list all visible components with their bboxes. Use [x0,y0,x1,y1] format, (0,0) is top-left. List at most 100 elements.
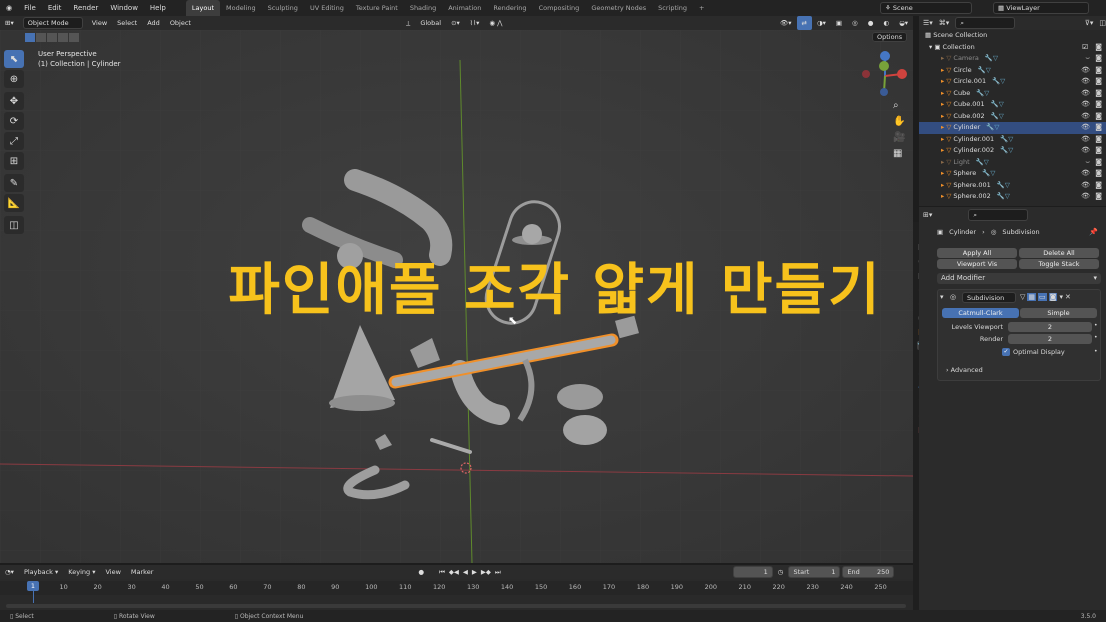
viewport-vis-button[interactable]: Viewport Vis [937,259,1017,269]
visibility-eye-icon[interactable]: 👁 [1081,99,1090,111]
start-frame-field[interactable]: Start 1 [788,566,841,578]
workspace-tab-layout[interactable]: Layout [185,0,220,16]
shading-material-icon[interactable]: ◐ [878,16,894,30]
playback-menu[interactable]: Playback ▾ [19,565,63,579]
collapse-chevron-icon[interactable]: ▾ [940,293,944,301]
outliner-item[interactable]: ▸ ▽ Cylinder 🔧▽ 👁 ◙ [919,122,1106,134]
snap-icon[interactable]: ⌇⌇▾ [465,16,485,30]
modifier-data-icon[interactable]: 🔧▽ [1000,135,1013,143]
modifier-data-icon[interactable]: 🔧▽ [991,112,1004,120]
visibility-eye-icon[interactable]: 👁 [1081,88,1090,100]
workspace-tab-geometry-nodes[interactable]: Geometry Nodes [585,0,652,16]
viewport-toggle-icon[interactable]: ▭ [1038,293,1047,301]
visibility-eye-icon[interactable]: 👁 [1081,122,1090,134]
timeline-scrollbar[interactable] [6,604,906,608]
menu-edit[interactable]: Edit [42,0,68,16]
visibility-eye-icon[interactable]: 👁 [1081,180,1090,192]
modifier-data-icon[interactable]: 🔧▽ [1000,146,1013,154]
outliner-editor-icon[interactable]: ☰▾ [923,19,933,27]
menu-view[interactable]: View [87,16,112,30]
workspace-tab-uv-editing[interactable]: UV Editing [304,0,350,16]
outliner-item[interactable]: ▸ ▽ Cube.001 🔧▽ 👁 ◙ [919,99,1106,111]
shading-solid-icon[interactable]: ● [863,16,879,30]
orientation-selector[interactable]: Global [415,16,446,30]
outliner-search-input[interactable]: ⌕ [955,17,1016,29]
modifier-data-icon[interactable]: 🔧▽ [991,100,1004,108]
end-frame-field[interactable]: End 250 [842,566,895,578]
modifier-data-icon[interactable]: 🔧▽ [978,66,991,74]
pan-hand-icon[interactable]: ✋ [893,116,905,127]
prev-keyframe-icon[interactable]: ◆◀ [447,565,461,579]
render-camera-icon[interactable]: ◙ [1095,65,1102,77]
render-levels-keyframe-icon[interactable]: • [1094,334,1098,341]
visibility-eye-icon[interactable]: ⌣ [1085,157,1090,169]
grid-ortho-icon[interactable]: ▦ [893,148,905,159]
add-workspace-button[interactable]: + [693,0,710,16]
render-camera-icon[interactable]: ◙ [1095,53,1102,65]
select-mode-intersect-icon[interactable] [69,33,79,42]
display-mode-icon[interactable]: ⌘▾ [939,19,950,27]
menu-select[interactable]: Select [112,16,142,30]
visibility-eye-icon[interactable]: ⌣ [1085,53,1090,65]
proportional-edit-icon[interactable]: ◉ ⋀ [484,16,507,30]
outliner-item[interactable]: ▸ ▽ Cube 🔧▽ 👁 ◙ [919,88,1106,100]
outliner-collection[interactable]: ▾ ▣ Collection ☑ ◙ [919,42,1106,54]
modifier-name-input[interactable]: Subdivision [962,292,1016,303]
outliner-item[interactable]: ▸ ▽ Cylinder.001 🔧▽ 👁 ◙ [919,134,1106,146]
add-cube-tool-icon[interactable]: ◫ [4,216,24,234]
levels-viewport-field[interactable]: 2 [1008,322,1092,332]
visibility-icon[interactable]: 👁▾ [775,16,797,30]
render-camera-icon[interactable]: ◙ [1095,111,1102,123]
simple-button[interactable]: Simple [1020,308,1097,318]
blender-logo-icon[interactable]: ◉ [0,0,18,16]
visibility-eye-icon[interactable]: 👁 [1081,134,1090,146]
workspace-tab-scripting[interactable]: Scripting [652,0,693,16]
menu-add[interactable]: Add [142,16,165,30]
levels-viewport-keyframe-icon[interactable]: • [1094,322,1098,329]
gizmo-toggle-icon[interactable]: ⇄ [796,16,812,30]
menu-window[interactable]: Window [104,0,144,16]
workspace-tab-compositing[interactable]: Compositing [533,0,586,16]
move-tool-icon[interactable]: ✥ [4,92,24,110]
menu-file[interactable]: File [18,0,42,16]
scene-selector[interactable]: ⚘ Scene [880,2,972,14]
workspace-tab-modeling[interactable]: Modeling [220,0,262,16]
workspace-tab-shading[interactable]: Shading [404,0,442,16]
new-collection-icon[interactable]: ◫ [1099,19,1106,27]
shading-wireframe-icon[interactable]: ◎ [847,16,863,30]
outliner-item[interactable]: ▸ ▽ Sphere.001 🔧▽ 👁 ◙ [919,180,1106,192]
select-mode-subtract-icon[interactable] [47,33,57,42]
optimal-display-checkbox[interactable]: ✓ [1002,348,1010,356]
outliner-item[interactable]: ▸ ▽ Camera 🔧▽ ⌣ ◙ [919,53,1106,65]
outliner-item[interactable]: ▸ ▽ Sphere 🔧▽ 👁 ◙ [919,168,1106,180]
clock-icon[interactable]: ◷ [773,565,789,579]
measure-tool-icon[interactable]: 📐 [4,194,24,212]
outliner-item[interactable]: ▸ ▽ Cylinder.002 🔧▽ 👁 ◙ [919,145,1106,157]
render-camera-icon[interactable]: ◙ [1095,99,1102,111]
collection-checkbox-icon[interactable]: ☑ [1082,42,1088,54]
catmull-clark-button[interactable]: Catmull-Clark [942,308,1019,318]
frame-ruler[interactable]: 1102030405060708090100110120130140150160… [0,581,913,595]
rotate-tool-icon[interactable]: ⟳ [4,112,24,130]
render-camera-icon[interactable]: ◙ [1095,88,1102,100]
render-camera-icon[interactable]: ◙ [1095,191,1102,203]
modifier-data-icon[interactable]: 🔧▽ [982,169,995,177]
outliner-item[interactable]: ▸ ▽ Circle.001 🔧▽ 👁 ◙ [919,76,1106,88]
keying-menu[interactable]: Keying ▾ [63,565,100,579]
camera-view-icon[interactable]: 🎥 [893,132,905,143]
jump-start-icon[interactable]: ⏮ [437,565,447,579]
modifier-menu-icon[interactable]: ▾ [1059,293,1063,301]
optimal-display-keyframe-icon[interactable]: • [1094,348,1098,355]
outliner-item[interactable]: ▸ ▽ Cube.002 🔧▽ 👁 ◙ [919,111,1106,123]
xray-icon[interactable]: ▣ [831,16,847,30]
properties-search-input[interactable]: ⌕ [968,208,1029,221]
outliner-item[interactable]: ▸ ▽ Light 🔧▽ ⌣ ◙ [919,157,1106,169]
scale-tool-icon[interactable]: ⤢ [4,132,24,150]
marker-menu[interactable]: Marker [126,565,158,579]
timeline-view-menu[interactable]: View [100,565,125,579]
visibility-eye-icon[interactable]: 👁 [1081,76,1090,88]
record-icon[interactable]: ● [413,565,429,579]
zoom-icon[interactable]: ⌕ [893,100,905,111]
options-button[interactable]: Options [872,32,908,42]
modifier-data-icon[interactable]: 🔧▽ [976,158,989,166]
